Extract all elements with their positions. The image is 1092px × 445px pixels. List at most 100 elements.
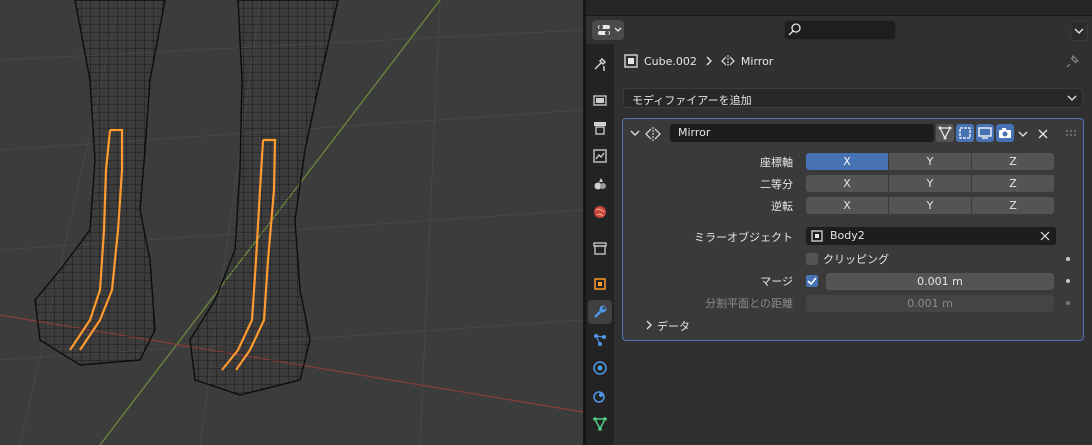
breadcrumb-modifier: Mirror [740,54,774,68]
monitor-icon [978,127,992,139]
header-options-dropdown[interactable] [1070,21,1088,41]
bisect-x-toggle[interactable]: X [806,175,888,192]
flip-selector: X Y Z [806,197,1054,214]
bisect-selector: X Y Z [806,175,1054,192]
clear-icon[interactable] [1040,231,1050,241]
flip-z-toggle[interactable]: Z [972,197,1054,214]
camera-icon [999,128,1011,138]
tab-tool[interactable] [588,52,612,76]
properties-tab-bar [586,44,614,445]
properties-header [586,16,1092,44]
data-subpanel-header[interactable]: データ [657,318,690,334]
keyframe-dot[interactable] [1066,301,1070,305]
axis-selector: X Y Z [806,153,1054,170]
editor-type-button[interactable] [592,20,624,40]
merge-label: マージ [760,275,793,288]
bisect-y-toggle[interactable]: Y [889,175,971,192]
view-layer-icon [593,149,607,163]
tab-scene[interactable] [588,172,612,196]
tool-icon [594,57,607,71]
object-icon [811,230,823,242]
right-leg-wireframe [189,0,339,396]
on-cage-toggle[interactable] [956,124,974,142]
tab-output[interactable] [588,116,612,140]
mesh-data-icon [593,417,607,431]
output-icon [594,122,606,135]
viewport-canvas[interactable] [0,0,583,445]
wrench-icon [594,305,607,318]
viewport-display-toggle[interactable] [976,124,994,142]
render-icon [593,95,607,106]
search-icon [788,23,801,36]
mirror-object-value: Body2 [830,229,865,242]
tab-view-layer[interactable] [588,144,612,168]
keyframe-dot[interactable] [1066,257,1070,261]
mirror-object-label: ミラーオブジェクト [694,231,793,244]
tab-render[interactable] [588,88,612,112]
flip-y-toggle[interactable]: Y [889,197,971,214]
editor-top-strip [586,0,1092,16]
chevron-right-icon [706,56,712,66]
scene-icon [594,178,606,190]
properties-editor: Cube.002 Mirror モディファイアーを追加 Mirror 座標軸 X… [586,0,1092,445]
physics-icon [593,361,607,375]
chevron-down-icon [1074,28,1084,34]
merge-distance-field[interactable]: 0.001 m [826,273,1054,290]
constraints-icon [593,391,605,403]
tab-collection[interactable] [588,236,612,260]
world-icon [594,206,606,218]
render-toggle[interactable] [996,124,1014,142]
modifier-name: Mirror [678,126,711,139]
add-modifier-label: モディファイアーを追加 [632,94,752,107]
checkmark-icon [807,277,817,286]
pin-icon[interactable] [1066,54,1080,68]
object-icon [594,278,606,290]
add-modifier-dropdown[interactable]: モディファイアーを追加 [623,88,1083,108]
edit-mode-toggle[interactable] [936,124,954,142]
tab-particles[interactable] [588,328,612,352]
object-icon [624,54,638,68]
cage-icon [959,127,971,139]
axis-label: 座標軸 [760,156,793,169]
axis-y-toggle[interactable]: Y [889,153,971,170]
breadcrumb: Cube.002 Mirror [624,54,773,68]
tab-physics[interactable] [588,356,612,380]
editor-type-icon [598,25,622,35]
axis-x-toggle[interactable]: X [806,153,888,170]
mirror-modifier-panel: Mirror 座標軸 X Y Z 二等分 X Y Z 逆転 X Y Z ミラーオ… [622,118,1084,341]
mirror-object-field[interactable]: Body2 [806,227,1056,245]
modifier-name-field[interactable]: Mirror [670,124,934,142]
close-icon[interactable] [1037,128,1049,140]
particles-icon [594,334,606,346]
bisect-z-toggle[interactable]: Z [972,175,1054,192]
mirror-modifier-icon [645,127,661,141]
tab-data[interactable] [588,412,612,436]
flip-x-toggle[interactable]: X [806,197,888,214]
tab-constraints[interactable] [588,384,612,408]
left-leg-wireframe [34,0,166,366]
tab-object[interactable] [588,272,612,296]
clipping-checkbox[interactable] [806,253,818,265]
collapse-chevron-icon[interactable] [629,127,641,139]
drag-handle-icon[interactable] [1065,129,1077,137]
tab-modifiers[interactable] [588,300,612,324]
search-input[interactable] [784,20,896,40]
axis-z-toggle[interactable]: Z [972,153,1054,170]
chevron-down-icon [1067,95,1077,101]
3d-viewport[interactable] [0,0,583,445]
mirror-modifier-icon [721,55,735,67]
keyframe-dot[interactable] [1066,279,1070,283]
tab-world[interactable] [588,200,612,224]
bisect-distance-field[interactable]: 0.001 m [806,295,1054,312]
merge-checkbox[interactable] [806,275,818,287]
breadcrumb-object: Cube.002 [644,54,697,68]
bisect-label: 二等分 [760,178,793,191]
bisect-distance-label: 分割平面との距離 [705,297,793,310]
modifier-properties: Cube.002 Mirror モディファイアーを追加 Mirror 座標軸 X… [614,44,1092,445]
collection-icon [593,242,607,255]
chevron-right-icon[interactable] [643,319,655,331]
flip-label: 逆転 [771,200,793,213]
chevron-down-icon[interactable] [1017,128,1029,140]
clipping-label: クリッピング [823,253,889,266]
edit-mode-icon [938,126,952,140]
